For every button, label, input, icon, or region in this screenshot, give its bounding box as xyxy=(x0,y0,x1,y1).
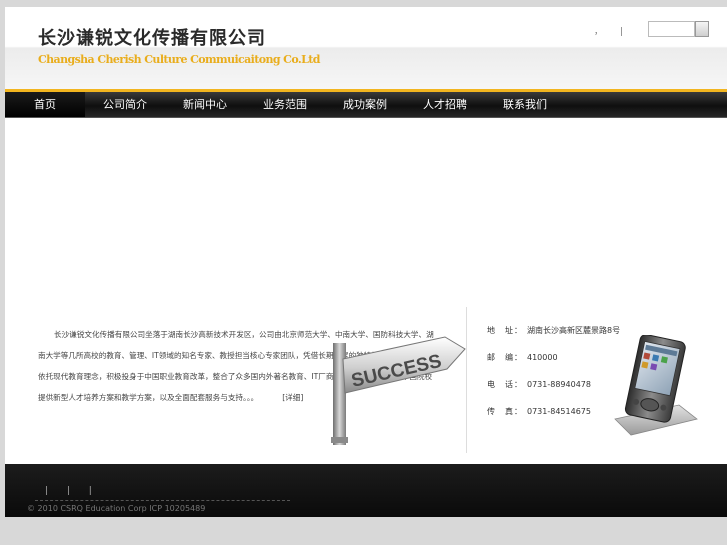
header: 长沙谦锐文化传播有限公司 Changsha Cherish Culture Co… xyxy=(5,7,727,92)
footer: | | | © 2010 CSRQ Education Corp ICP 102… xyxy=(5,464,727,517)
top-link-separator: | xyxy=(619,27,623,37)
more-link[interactable]: [详细] xyxy=(282,393,303,402)
contact-value: 410000 xyxy=(527,353,558,362)
contact-row-phone: 电 话： 0731-88940478 xyxy=(487,378,620,405)
main-nav: 首页 公司简介 新闻中心 业务范围 成功案例 人才招聘 联系我们 xyxy=(5,92,727,118)
search-button[interactable] xyxy=(695,21,709,37)
nav-item-contact[interactable]: 联系我们 xyxy=(485,92,565,117)
contact-label: 传 真： xyxy=(487,407,523,416)
banner-area xyxy=(5,118,727,298)
contact-value: 0731-88940478 xyxy=(527,380,591,389)
top-link[interactable]: ， xyxy=(594,27,603,37)
copyright-text: © 2010 CSRQ Education Corp ICP 10205489 xyxy=(27,504,206,513)
contact-row-address: 地 址： 湖南长沙高新区麓景路8号 xyxy=(487,324,620,351)
success-sign-icon: SUCCESS xyxy=(331,336,466,445)
contact-row-fax: 传 真： 0731-84514675 xyxy=(487,405,620,432)
top-links: ， | xyxy=(594,24,637,37)
pda-device-icon xyxy=(614,335,698,436)
company-name-en: Changsha Cherish Culture Commuicaitong C… xyxy=(38,53,320,66)
nav-item-jobs[interactable]: 人才招聘 xyxy=(405,92,485,117)
contact-value: 湖南长沙高新区麓景路8号 xyxy=(527,326,621,335)
nav-item-business[interactable]: 业务范围 xyxy=(245,92,325,117)
footer-divider xyxy=(35,500,290,501)
contact-label: 电 话： xyxy=(487,380,523,389)
divider xyxy=(466,307,467,453)
contact-info: 地 址： 湖南长沙高新区麓景路8号 邮 编： 410000 电 话： 0731-889… xyxy=(487,324,620,432)
nav-item-home[interactable]: 首页 xyxy=(5,92,85,117)
contact-row-postcode: 邮 编： 410000 xyxy=(487,351,620,378)
company-name-cn: 长沙谦锐文化传播有限公司 xyxy=(38,28,266,49)
page: 长沙谦锐文化传播有限公司 Changsha Cherish Culture Co… xyxy=(5,7,727,517)
search-input[interactable] xyxy=(648,21,695,37)
nav-item-about[interactable]: 公司简介 xyxy=(85,92,165,117)
contact-label: 地 址： xyxy=(487,326,523,335)
contact-label: 邮 编： xyxy=(487,353,523,362)
footer-links[interactable]: | | | xyxy=(45,486,100,496)
nav-item-cases[interactable]: 成功案例 xyxy=(325,92,405,117)
contact-value: 0731-84514675 xyxy=(527,407,591,416)
nav-item-news[interactable]: 新闻中心 xyxy=(165,92,245,117)
